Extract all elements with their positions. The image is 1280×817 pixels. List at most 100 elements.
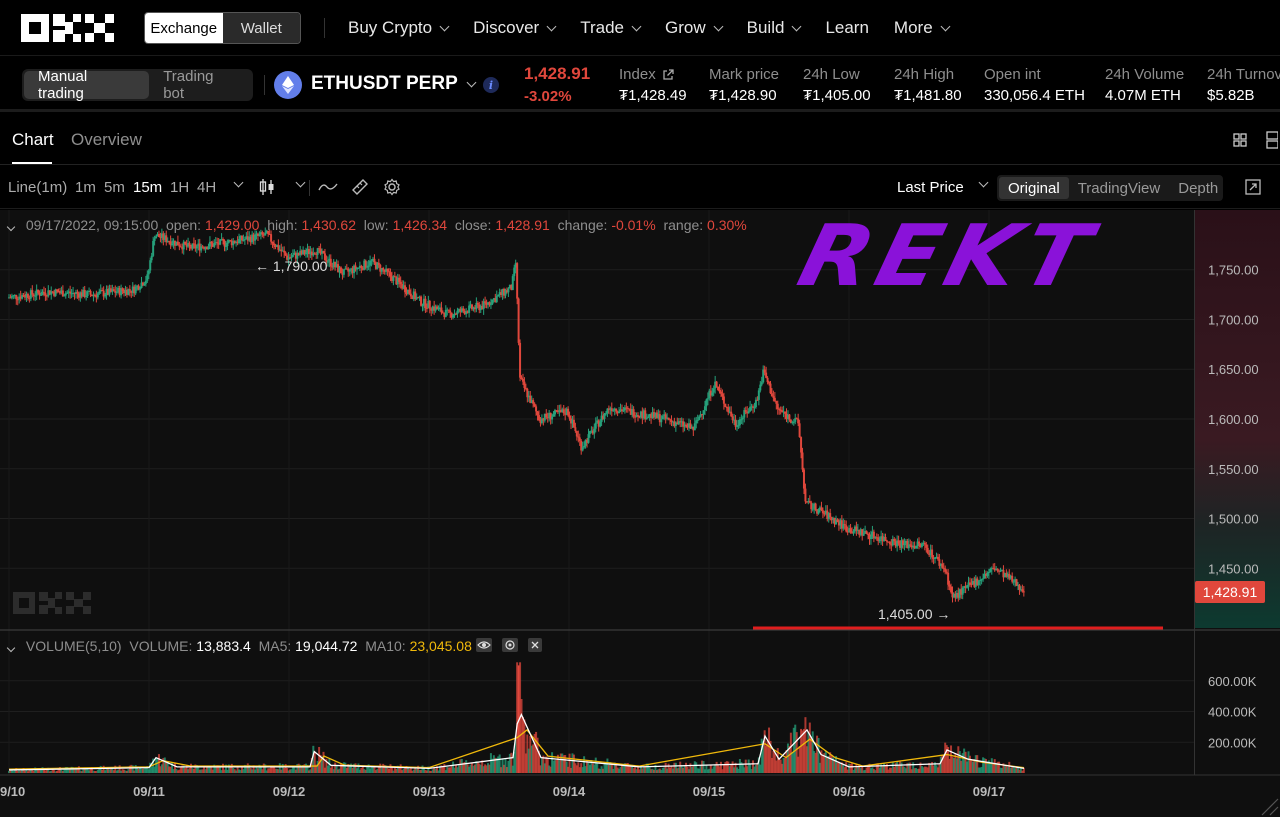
nav-buy-crypto[interactable]: Buy Crypto [348, 18, 450, 38]
panel-layout-icon[interactable] [1266, 131, 1278, 149]
drawing-ruler-icon[interactable] [351, 178, 369, 196]
candle-body [1018, 584, 1021, 590]
candle-body [291, 254, 294, 257]
candle-body [703, 406, 706, 411]
price-source-selector[interactable]: Last Price [897, 179, 964, 196]
candle-body [449, 310, 452, 313]
candle-body [66, 292, 69, 294]
candle-body [516, 263, 519, 299]
candlestick-type-icon[interactable] [259, 178, 275, 196]
candle-body [765, 372, 768, 378]
candle-body [878, 539, 881, 542]
nav-learn[interactable]: Learn [825, 18, 868, 38]
candle-body [936, 556, 939, 560]
grid-layout-icon[interactable] [1233, 133, 1247, 147]
chart-type-original[interactable]: Original [999, 177, 1069, 199]
nav-build[interactable]: Build [747, 18, 802, 38]
chart-type-depth[interactable]: Depth [1169, 177, 1227, 199]
trading-bot-tab[interactable]: Trading bot [149, 68, 251, 102]
candle-body [421, 305, 424, 307]
nav-trade[interactable]: Trade [580, 18, 642, 38]
intervals-chevron-down-icon[interactable] [233, 177, 244, 188]
indicator-settings-gear-icon[interactable] [502, 638, 518, 652]
manual-trading-tab[interactable]: Manual trading [24, 68, 150, 102]
fullscreen-icon[interactable] [1245, 179, 1261, 195]
info-icon[interactable]: i [483, 77, 499, 93]
close-icon[interactable] [528, 638, 542, 652]
nav-grow[interactable]: Grow [665, 18, 724, 38]
okx-logo[interactable] [21, 14, 114, 42]
candle-body [918, 541, 920, 544]
toolbar-divider [309, 180, 310, 196]
candle-body [792, 421, 795, 423]
ohlc-legend: 09/17/2022, 09:15:00 open: 1,429.00 high… [6, 217, 747, 233]
wallet-tab[interactable]: Wallet [222, 13, 300, 43]
chart-type-tradingview[interactable]: TradingView [1069, 177, 1170, 199]
chart-type-chevron-down-icon[interactable] [295, 177, 306, 188]
candle-body [399, 281, 402, 285]
candle-body [644, 410, 647, 420]
candle-body [10, 296, 13, 298]
collapse-chevron-icon[interactable] [6, 222, 16, 232]
candle-body [931, 549, 934, 558]
candle-body [961, 587, 964, 595]
candle-body [982, 578, 985, 580]
candle-body [804, 488, 807, 502]
chevron-down-icon [466, 77, 477, 87]
tab-chart[interactable]: Chart [12, 130, 54, 150]
candle-body [773, 397, 776, 402]
candle-body [283, 250, 286, 253]
interval-1m[interactable]: 1m [75, 179, 96, 196]
candle-body [776, 403, 779, 410]
candle-body [42, 291, 45, 293]
candle-body [150, 255, 153, 261]
candle-body [817, 509, 820, 514]
chart-settings-gear-icon[interactable] [383, 178, 401, 196]
interval-line-1m[interactable]: Line(1m) [8, 179, 67, 196]
collapse-chevron-icon[interactable] [6, 643, 16, 653]
time-tick-label: 09/10 [0, 784, 25, 799]
candle-body [22, 295, 25, 297]
interval-4h[interactable]: 4H [197, 179, 216, 196]
candle-body [721, 393, 724, 397]
candle-body [216, 242, 219, 244]
candle-body [258, 234, 261, 236]
external-link-icon[interactable] [662, 68, 674, 81]
candle-body [727, 407, 730, 413]
interval-15m[interactable]: 15m [133, 179, 162, 196]
nav-more[interactable]: More [894, 18, 951, 38]
candle-body [1021, 589, 1024, 592]
tab-overview[interactable]: Overview [71, 130, 142, 150]
candle-body [772, 396, 775, 398]
candle-body [153, 238, 156, 241]
candle-body [836, 519, 839, 523]
time-tick-label: 09/11 [133, 784, 165, 799]
interval-5m[interactable]: 5m [104, 179, 125, 196]
exchange-tab[interactable]: Exchange [145, 13, 223, 43]
candle-body [96, 293, 99, 298]
candle-body [862, 533, 865, 536]
price-source-chevron-down-icon[interactable] [978, 177, 989, 188]
interval-1h[interactable]: 1H [170, 179, 189, 196]
price-chart[interactable]: 1,750.00 1,700.00 1,650.00 1,600.00 1,550.00… [0, 210, 1280, 817]
candle-body [489, 304, 492, 306]
candle-body [26, 293, 29, 298]
eye-icon[interactable] [476, 638, 492, 652]
candle-body [89, 290, 92, 295]
volume-tick-label: 200.00K [1208, 735, 1257, 750]
candle-body [339, 267, 342, 274]
candle-body [535, 406, 538, 412]
nav-discover[interactable]: Discover [473, 18, 557, 38]
candle-body [388, 271, 391, 273]
indicators-icon[interactable] [318, 180, 338, 194]
candle-body [270, 234, 273, 242]
candle-body [86, 291, 89, 296]
candle-body [849, 528, 852, 533]
candle-body [798, 423, 801, 438]
pair-selector[interactable]: ETHUSDT PERP [311, 73, 477, 95]
candle-body [734, 419, 737, 427]
candle-body [389, 272, 392, 277]
candle-body [702, 410, 705, 415]
candle-body [989, 568, 992, 572]
candle-body [667, 417, 670, 420]
